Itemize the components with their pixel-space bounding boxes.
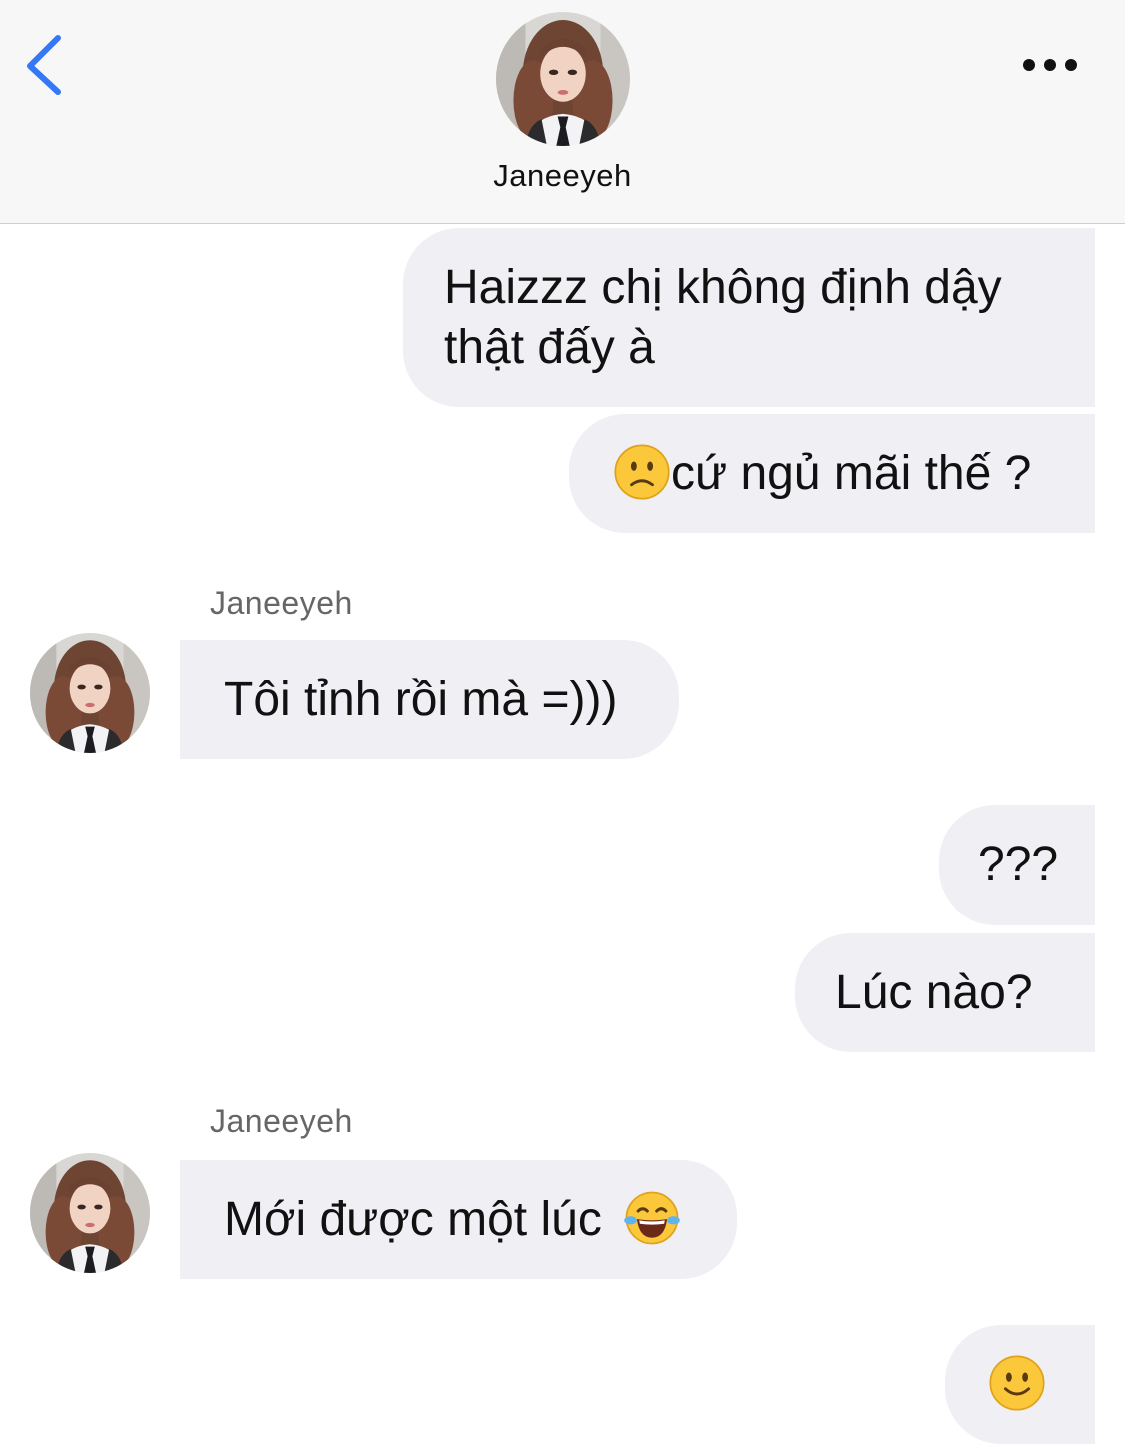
more-options-button[interactable] (1015, 45, 1085, 85)
contact-avatar-small[interactable] (30, 633, 150, 753)
incoming-message-bubble[interactable]: Tôi tỉnh rồi mà =))) (180, 640, 679, 759)
chevron-left-icon (27, 35, 61, 95)
sender-name: Janeeyeh (210, 1103, 353, 1139)
outgoing-message-bubble[interactable]: Lúc nào? (795, 933, 1095, 1052)
contact-avatar-small[interactable] (30, 1153, 150, 1273)
outgoing-message-bubble[interactable] (945, 1325, 1095, 1444)
outgoing-message-bubble[interactable]: cứ ngủ mãi thế ? (569, 414, 1095, 533)
message-text-line: thật đấy à (444, 321, 655, 374)
face-with-tears-of-joy-emoji (623, 1191, 682, 1246)
message-text: ??? (978, 838, 1059, 891)
sender-name: Janeeyeh (210, 585, 353, 621)
message-text: cứ ngủ mãi thế ? (671, 447, 1032, 500)
message-text: Lúc nào? (835, 966, 1033, 1019)
ellipsis-icon (1023, 59, 1077, 71)
contact-name[interactable]: Janeeyeh (0, 158, 1125, 194)
message-text: Mới được một lúc (224, 1193, 602, 1246)
slightly-frowning-face-emoji (613, 444, 671, 501)
contact-avatar[interactable] (496, 12, 630, 146)
incoming-message-bubble[interactable]: Mới được một lúc (180, 1160, 737, 1279)
outgoing-message-bubble[interactable]: Haizzz chị không định dậy thật đấy à (403, 228, 1095, 407)
message-text: Tôi tỉnh rồi mà =))) (224, 673, 618, 726)
message-text-line: Haizzz chị không định dậy (444, 261, 1002, 314)
back-button[interactable] (22, 32, 70, 98)
slightly-smiling-face-emoji (988, 1355, 1046, 1412)
outgoing-message-bubble[interactable]: ??? (939, 805, 1095, 925)
conversation-header: Janeeyeh (0, 0, 1125, 224)
